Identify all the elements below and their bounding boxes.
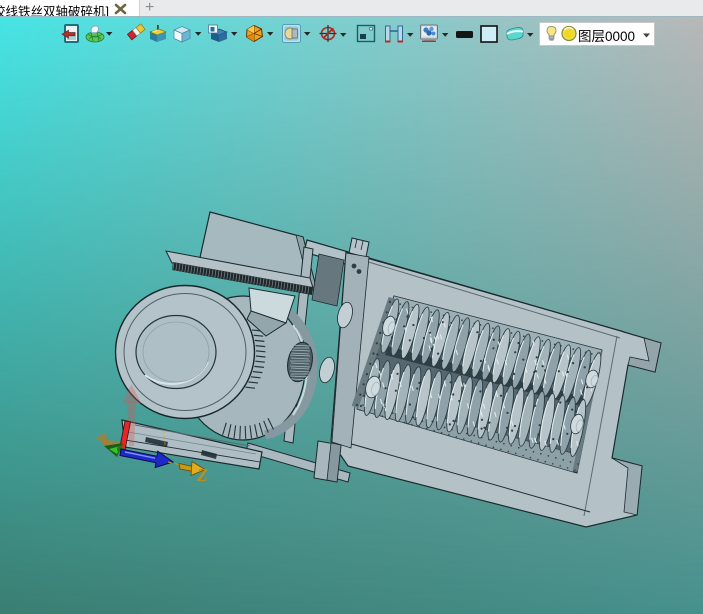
svg-text:图层0000: 图层0000	[578, 29, 635, 44]
svg-text:Z: Z	[196, 465, 208, 485]
